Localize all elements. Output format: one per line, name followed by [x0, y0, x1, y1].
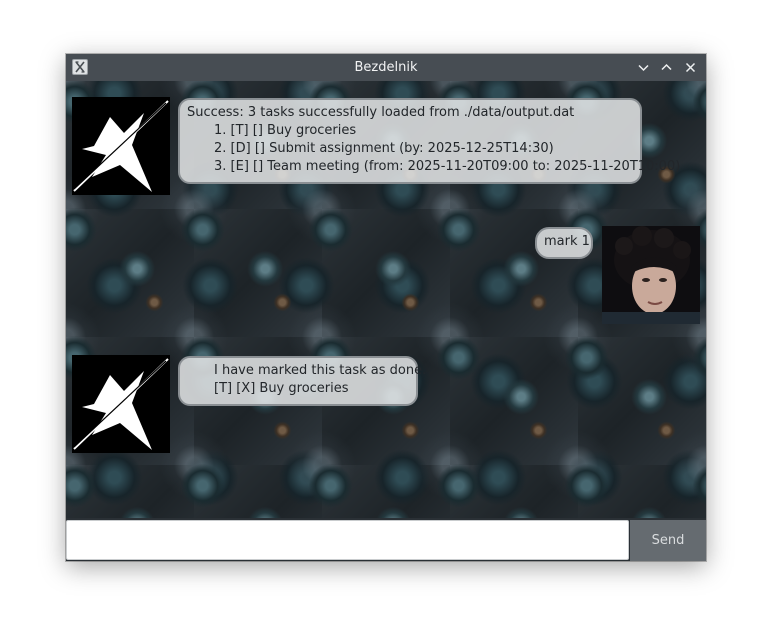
message-line: 2. [D] [] Submit assignment (by: 2025-12…	[214, 141, 554, 156]
user-photo	[602, 226, 700, 324]
user-message-bubble: mark 1	[535, 227, 593, 259]
message-line: 3. [E] [] Team meeting (from: 2025-11-20…	[214, 159, 681, 174]
message-line: Success: 3 tasks successfully loaded fro…	[187, 105, 575, 120]
user-avatar	[602, 226, 700, 324]
message-input[interactable]	[66, 520, 629, 560]
window-title: Bezdelnik	[354, 60, 418, 75]
chevron-down-icon	[638, 64, 649, 72]
chevron-up-icon	[661, 63, 672, 71]
message-line: mark 1	[544, 234, 590, 249]
bot-avatar	[72, 355, 170, 453]
close-button[interactable]	[681, 58, 700, 77]
bot-message-bubble: I have marked this task as done. [T] [X]…	[178, 356, 427, 406]
send-button[interactable]: Send	[630, 520, 706, 561]
chat-scroll-area[interactable]: Success: 3 tasks successfully loaded fro…	[66, 81, 706, 518]
minimize-button[interactable]	[634, 58, 653, 77]
star-logo-icon	[73, 100, 169, 192]
close-icon	[685, 62, 696, 73]
title-bar[interactable]: Bezdelnik	[66, 54, 706, 81]
message-line: [T] [X] Buy groceries	[214, 381, 349, 396]
message-line: I have marked this task as done.	[214, 363, 427, 378]
message-line: 1. [T] [] Buy groceries	[214, 123, 357, 138]
bot-message-bubble: Success: 3 tasks successfully loaded fro…	[178, 98, 681, 184]
maximize-button[interactable]	[657, 58, 676, 77]
app-window: Bezdelnik Success: 3 tasks successfully …	[66, 54, 706, 561]
star-logo-icon	[73, 358, 169, 450]
input-bar: Send	[66, 518, 706, 561]
bot-avatar	[72, 97, 170, 195]
